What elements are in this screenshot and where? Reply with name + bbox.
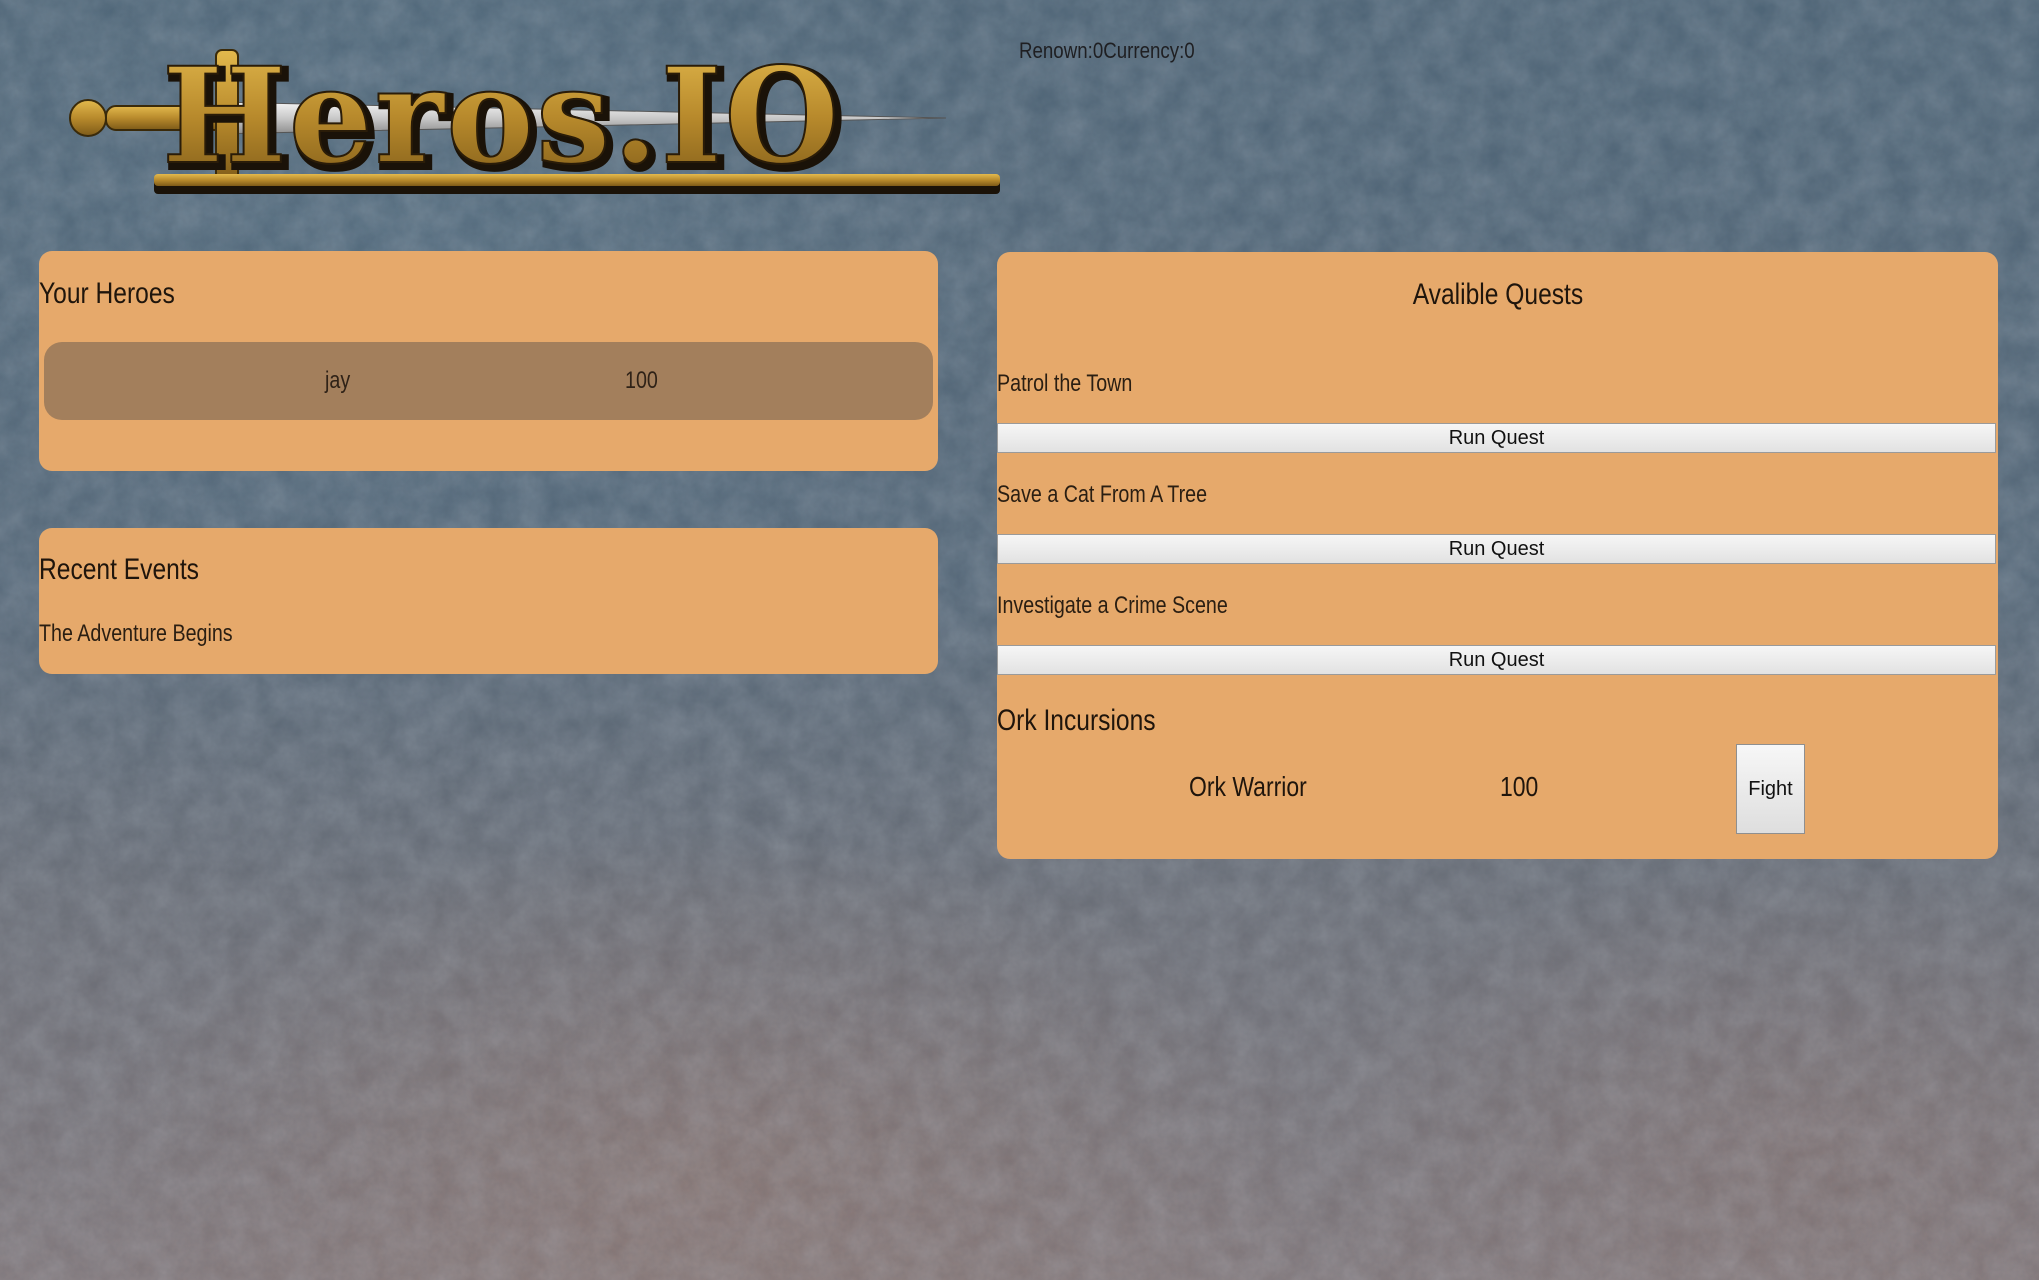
renown-value: 0	[1092, 38, 1104, 63]
quest-name-patrol: Patrol the Town	[997, 370, 1133, 397]
run-quest-button-crime[interactable]: Run Quest	[997, 645, 1996, 675]
ork-incursions-title: Ork Incursions	[997, 704, 1156, 737]
renown-label: Renown:	[1019, 38, 1093, 63]
player-stats: Renown:0Currency:0	[1019, 38, 1195, 64]
run-quest-button-patrol[interactable]: Run Quest	[997, 423, 1996, 453]
heros-io-logo: Heros.IO Heros.IO	[66, 30, 1006, 208]
heroes-title: Your Heroes	[39, 277, 175, 310]
heroes-panel: Your Heroes jay 100	[39, 251, 938, 471]
quest-name-crime: Investigate a Crime Scene	[997, 592, 1228, 619]
recent-events-panel: Recent Events The Adventure Begins	[39, 528, 938, 674]
event-item: The Adventure Begins	[39, 620, 233, 647]
ork-enemy-name: Ork Warrior	[1189, 771, 1307, 802]
run-quest-button-cat[interactable]: Run Quest	[997, 534, 1996, 564]
hero-row[interactable]: jay 100	[44, 342, 933, 420]
currency-value: 0	[1184, 38, 1195, 63]
hero-health: 100	[625, 367, 658, 394]
quests-panel: Avalible Quests Patrol the Town Run Ques…	[997, 252, 1998, 859]
ork-enemy-row: Ork Warrior 100 Fight	[997, 739, 1998, 834]
recent-events-title: Recent Events	[39, 553, 199, 586]
logo-title-face: Heros.IO	[162, 39, 841, 194]
hero-name: jay	[325, 367, 351, 394]
quests-title: Avalible Quests	[1412, 278, 1583, 311]
ork-enemy-health: 100	[1500, 771, 1539, 802]
fight-button[interactable]: Fight	[1736, 744, 1805, 834]
currency-label: Currency:	[1103, 38, 1185, 63]
quest-name-cat: Save a Cat From A Tree	[997, 481, 1208, 508]
